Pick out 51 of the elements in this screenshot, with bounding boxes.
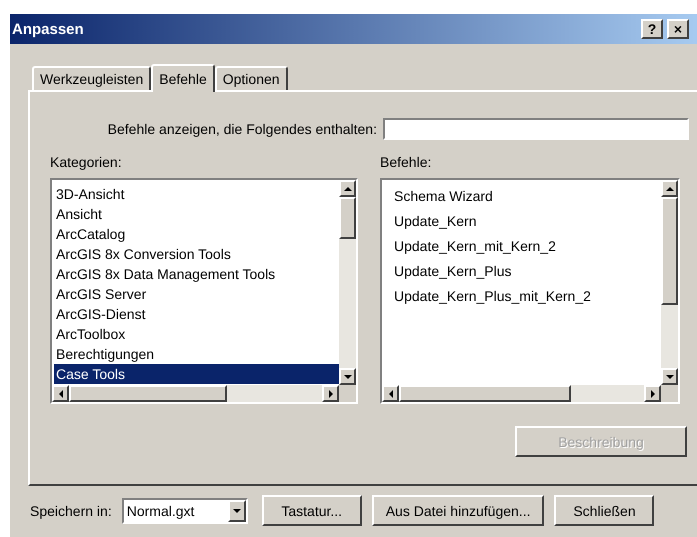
scroll-thumb[interactable] [69, 385, 227, 402]
list-item[interactable]: ArcGIS 8x Conversion Tools [54, 244, 339, 264]
list-item[interactable]: ArcCatalog [54, 224, 339, 244]
help-button[interactable]: ? [641, 19, 663, 39]
list-item[interactable]: Update_Kern_Plus [384, 259, 661, 284]
list-item[interactable]: ArcGIS Server [54, 284, 339, 304]
list-item[interactable]: Update_Kern_mit_Kern_2 [384, 234, 661, 259]
dialog-button[interactable]: Tastatur... [262, 495, 362, 526]
tab[interactable]: Befehle [151, 64, 215, 92]
list-item[interactable]: Case Tools [54, 364, 339, 384]
scroll-right-arrow-icon [650, 390, 656, 398]
scroll-thumb[interactable] [339, 197, 356, 239]
horizontal-scrollbar[interactable] [52, 385, 339, 402]
scroll-down-arrow-icon [666, 374, 674, 380]
search-label: Befehle anzeigen, die Folgendes enthalten: [108, 121, 377, 137]
list-item[interactable]: 3D-Ansicht [54, 184, 339, 204]
dialog-button[interactable]: Schließen [554, 495, 654, 526]
vertical-scrollbar[interactable] [661, 180, 678, 385]
list-item[interactable]: Update_Kern_Plus_mit_Kern_2 [384, 284, 661, 309]
dialog-button[interactable]: Aus Datei hinzufügen... [372, 495, 544, 526]
tab[interactable]: Optionen [214, 66, 288, 90]
save-in-label: Speichern in: [30, 502, 112, 518]
scroll-right-arrow-icon [328, 390, 334, 398]
list-item[interactable]: Ansicht [54, 204, 339, 224]
scroll-up-arrow-icon [666, 186, 674, 192]
scroll-left-arrow-icon [58, 390, 64, 398]
scrollbar-corner [661, 385, 678, 402]
list-box[interactable]: Schema Wizard Update_Kern Update_Kern_mit_Kern_2 Update_Kern_Plus Update_Kern_Plus_mit_Kern_2 [380, 178, 680, 404]
list-item[interactable]: ArcGIS 8x Data Management Tools [54, 264, 339, 284]
dropdown-arrow-icon [232, 508, 241, 514]
close-button[interactable]: × [667, 19, 689, 39]
tab[interactable]: Werkzeugleisten [32, 66, 152, 90]
scroll-down-arrow-icon [344, 374, 352, 380]
list-box[interactable]: 3D-Ansicht Ansicht ArcCatalog ArcGIS 8x Conversion Tools ArcGIS 8x Data Management Tools ArcGIS Server ArcGIS-Dienst ArcToolbox Berechtigungen Case Tools [50, 178, 358, 404]
window-title: Anpassen [12, 20, 85, 38]
vertical-scrollbar[interactable] [339, 180, 356, 385]
scroll-thumb[interactable] [399, 385, 571, 402]
list-item[interactable]: Update_Kern [384, 209, 661, 234]
list-item[interactable]: ArcGIS-Dienst [54, 304, 339, 324]
categories-label: Kategorien: [50, 154, 123, 170]
scroll-left-arrow-icon [388, 390, 394, 398]
search-field[interactable] [383, 118, 689, 140]
scrollbar-corner [339, 385, 356, 402]
save-in-dropdown[interactable]: Normal.gxt [122, 498, 248, 524]
list-item[interactable]: ArcToolbox [54, 324, 339, 344]
horizontal-scrollbar[interactable] [382, 385, 661, 402]
list-item[interactable]: Schema Wizard [384, 184, 661, 209]
scroll-up-arrow-icon [344, 186, 352, 192]
commands-label: Befehle: [380, 154, 432, 170]
scroll-thumb[interactable] [661, 197, 678, 305]
list-item[interactable]: Berechtigungen [54, 344, 339, 364]
